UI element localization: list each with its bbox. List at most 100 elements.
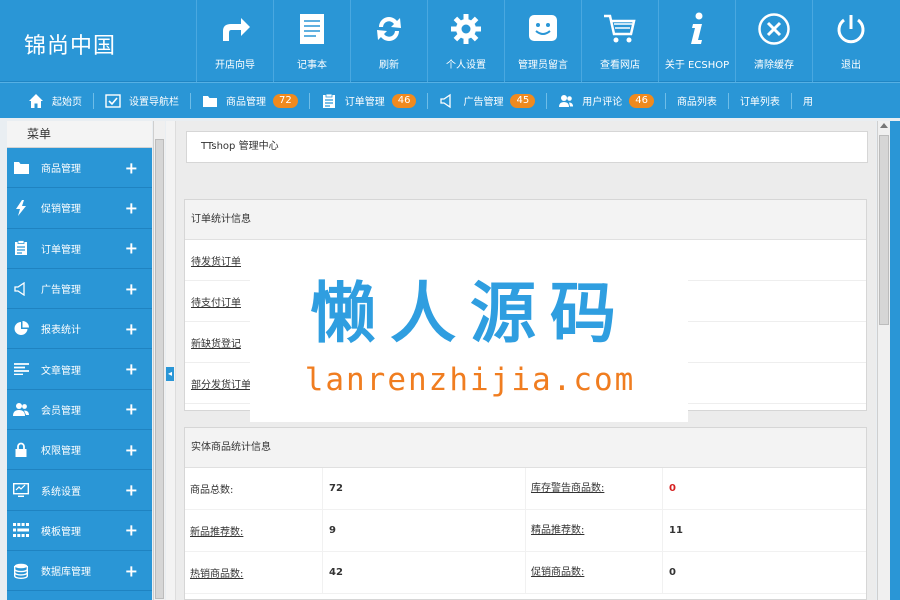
sidebar-item-label: 商品管理: [41, 164, 81, 176]
scrollbar-thumb[interactable]: [155, 139, 164, 599]
watermark-title: 懒人源码: [310, 275, 630, 352]
subnav-label: 用户评论: [582, 97, 623, 108]
goods-stats-panel: 实体商品统计信息 商品总数: 72 库存警告商品数: 0 新品推荐数: 9 精品…: [184, 427, 867, 600]
subnav-item-goods[interactable]: 商品管理 72: [202, 83, 298, 118]
clipboard-icon: [13, 240, 29, 256]
frame-edge: [890, 121, 900, 600]
sidebar-scrollbar[interactable]: [153, 121, 165, 600]
sidebar-item-label: 系统设置: [41, 486, 81, 498]
sidebar-item-reports[interactable]: 报表统计 +: [7, 309, 152, 350]
stat-link[interactable]: 精品推荐数:: [531, 525, 584, 536]
sidebar-item-permissions[interactable]: 权限管理 +: [7, 430, 152, 471]
panel-title: 订单统计信息: [185, 200, 866, 240]
subnav-label: 订单管理: [344, 97, 385, 108]
sidebar-item-templates[interactable]: 模板管理 +: [7, 511, 152, 551]
subnav-label: 用: [802, 97, 813, 108]
order-stat-link[interactable]: 新缺货登记: [191, 335, 241, 350]
subnav-label: 订单列表: [739, 97, 780, 108]
users-icon: [13, 401, 29, 417]
checkbox-icon: [105, 93, 121, 109]
order-stat-link[interactable]: 待发货订单: [191, 253, 241, 268]
text-lines-icon: [13, 361, 29, 377]
stat-value: 72: [322, 467, 525, 510]
expand-plus-icon: +: [124, 319, 138, 339]
table-row: 新品推荐数: 9 精品推荐数: 11: [185, 509, 866, 552]
sidebar-menu: 菜单 商品管理 + 促销管理 + 订单管理 + 广告管理 + 报表统计 + 文章…: [7, 121, 152, 600]
breadcrumb: TTshop 管理中心: [186, 131, 868, 163]
topnav-label: 记事本: [297, 60, 327, 71]
stat-link[interactable]: 新品推荐数:: [190, 527, 243, 538]
lock-icon: [13, 442, 29, 458]
folder-icon: [13, 160, 29, 176]
stat-label-text: 商品总数:: [190, 485, 234, 496]
users-icon: [558, 93, 574, 109]
panel-title: 实体商品统计信息: [185, 428, 866, 468]
table-row: 商品总数: 72 库存警告商品数: 0: [185, 467, 866, 510]
sidebar-item-label: 数据库管理: [41, 567, 91, 579]
expand-plus-icon: +: [124, 359, 138, 379]
expand-plus-icon: +: [124, 399, 138, 419]
topnav-refresh-button[interactable]: 刷新: [350, 0, 427, 82]
sidebar-item-goods[interactable]: 商品管理 +: [7, 148, 152, 189]
pie-chart-icon: [13, 321, 29, 337]
subnav-divider: [664, 92, 666, 109]
notepad-icon: [295, 12, 329, 46]
watermark: 懒人源码 lanrenzhijia.com: [250, 240, 688, 422]
subnav-item-goods-list[interactable]: 商品列表: [677, 83, 717, 118]
gear-icon: [449, 12, 483, 46]
speaker-icon: [13, 281, 29, 297]
expand-plus-icon: +: [124, 440, 138, 460]
subnav-item-orders[interactable]: 订单管理 46: [321, 83, 417, 118]
topnav-about-button[interactable]: 关于 ECSHOP: [658, 0, 735, 82]
topnav-settings-button[interactable]: 个人设置: [427, 0, 504, 82]
sidebar-item-label: 促销管理: [41, 204, 81, 216]
stat-link[interactable]: 促销商品数:: [531, 567, 584, 578]
sidebar-item-promotion[interactable]: 促销管理 +: [7, 188, 152, 229]
subnav-divider: [427, 92, 429, 109]
main-scrollbar[interactable]: [877, 121, 890, 600]
count-badge: 45: [510, 93, 536, 108]
sidebar-item-articles[interactable]: 文章管理 +: [7, 349, 152, 390]
sidebar-collapse-handle[interactable]: ◂: [166, 121, 176, 600]
scroll-up-arrow-icon[interactable]: [880, 123, 888, 128]
topnav-open-wizard-button[interactable]: 开店向导: [196, 0, 273, 82]
order-stat-link[interactable]: 部分发货订单: [191, 376, 251, 391]
sidebar-item-database[interactable]: 数据库管理 +: [7, 551, 152, 592]
sidebar-item-orders[interactable]: 订单管理 +: [7, 229, 152, 269]
subnav-divider: [727, 92, 729, 109]
topnav-label: 清除缓存: [754, 60, 794, 71]
subnav-item-truncated[interactable]: 用: [802, 83, 813, 118]
topnav-label: 刷新: [379, 60, 399, 71]
topnav-clear-cache-button[interactable]: 清除缓存: [735, 0, 812, 82]
collapse-arrow-icon[interactable]: ◂: [166, 367, 174, 381]
speaker-icon: [439, 93, 455, 109]
database-icon: [13, 563, 29, 579]
sidebar-item-ads[interactable]: 广告管理 +: [7, 269, 152, 310]
stat-link[interactable]: 库存警告商品数:: [531, 483, 604, 494]
subnav-item-nav-settings[interactable]: 设置导航栏: [105, 83, 179, 118]
subnav-label: 商品管理: [226, 97, 266, 108]
sidebar-item-label: 模板管理: [41, 526, 81, 538]
subnav-divider: [546, 92, 548, 109]
sidebar-item-members[interactable]: 会员管理 +: [7, 390, 152, 431]
stat-link[interactable]: 热销商品数:: [190, 569, 243, 580]
forward-arrow-icon: [218, 12, 252, 46]
order-stat-link[interactable]: 待支付订单: [191, 294, 241, 309]
subnav-item-comments[interactable]: 用户评论 46: [558, 83, 654, 118]
topnav-view-shop-button[interactable]: 查看网店: [581, 0, 658, 82]
top-header: 锦尚中国 开店向导 记事本 刷新 个人设置 管理员留言 查看网店 关于 ECSH…: [0, 0, 900, 82]
subnav-item-ads[interactable]: 广告管理 45: [439, 83, 536, 118]
topnav-admin-message-button[interactable]: 管理员留言: [504, 0, 581, 82]
subnav-item-order-list[interactable]: 订单列表: [739, 83, 780, 118]
expand-plus-icon: +: [124, 561, 138, 581]
scrollbar-thumb[interactable]: [879, 135, 889, 325]
expand-plus-icon: +: [124, 279, 138, 299]
topnav-notepad-button[interactable]: 记事本: [273, 0, 350, 82]
folder-icon: [202, 93, 218, 109]
sidebar-item-system-settings[interactable]: 系统设置 +: [7, 470, 152, 511]
topnav-label: 查看网店: [600, 60, 640, 71]
refresh-icon: [372, 12, 406, 46]
sidebar-item-label: 权限管理: [41, 446, 81, 458]
subnav-item-home[interactable]: 起始页: [28, 83, 82, 118]
topnav-logout-button[interactable]: 退出: [812, 0, 889, 82]
